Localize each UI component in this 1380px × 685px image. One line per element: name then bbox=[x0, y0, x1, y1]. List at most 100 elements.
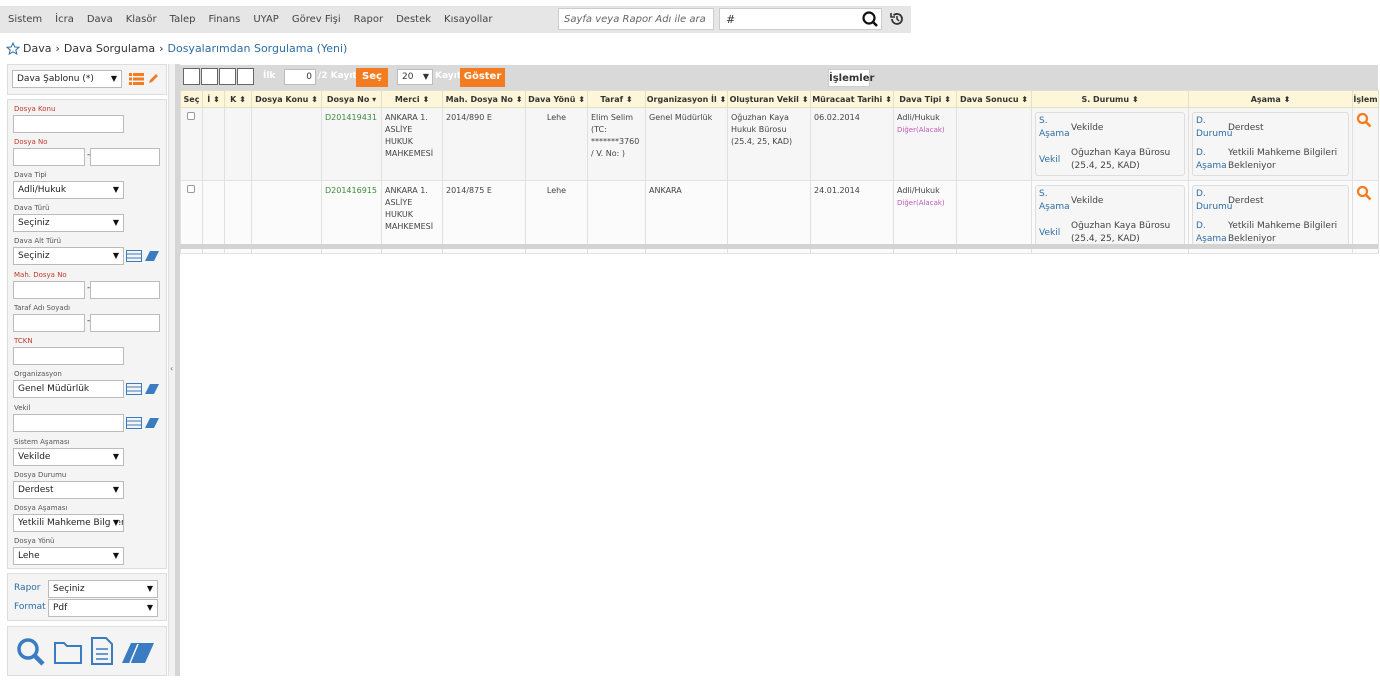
breadcrumb-dava[interactable]: Dava bbox=[23, 42, 51, 55]
dava-tipi-value: Adli/Hukuk bbox=[897, 186, 940, 195]
search-icon[interactable] bbox=[1356, 112, 1372, 128]
history-icon[interactable] bbox=[888, 10, 906, 28]
dosya-durumu-select[interactable]: Derdest ▼ bbox=[13, 481, 124, 499]
breadcrumb-dava-sorgulama[interactable]: Dava Sorgulama bbox=[64, 42, 155, 55]
col-merci[interactable]: Merci ⬍ bbox=[381, 90, 443, 108]
merci-cell: ANKARA 1. ASLİYE HUKUK MAHKEMESİ bbox=[381, 180, 443, 254]
col-sec[interactable]: Seç bbox=[180, 90, 203, 108]
col-taraf[interactable]: Taraf ⬍ bbox=[587, 90, 646, 108]
menu-finans[interactable]: Finans bbox=[208, 14, 240, 25]
dosya-no-link[interactable]: D201416915 bbox=[321, 180, 382, 254]
mah-dosya-no-year-input[interactable] bbox=[13, 281, 85, 299]
menu-gorev-fisi[interactable]: Görev Fişi bbox=[292, 14, 341, 25]
col-muracaat-tarihi[interactable]: Müracaat Tarihi ⬍ bbox=[810, 90, 894, 108]
ilk-input[interactable]: 0 bbox=[284, 69, 316, 85]
page-search-input[interactable]: Sayfa veya Rapor Adı ile ara bbox=[558, 8, 714, 30]
menu-sistem[interactable]: Sistem bbox=[8, 14, 42, 25]
eraser-icon[interactable] bbox=[144, 383, 160, 395]
table-list-icon[interactable] bbox=[126, 383, 142, 395]
row-checkbox[interactable] bbox=[187, 185, 195, 193]
goster-button[interactable]: Göster bbox=[460, 68, 505, 87]
folder-icon[interactable] bbox=[53, 639, 83, 665]
eraser-icon[interactable] bbox=[144, 417, 160, 429]
menu-dava[interactable]: Dava bbox=[87, 14, 113, 25]
dosya-no-number-input[interactable] bbox=[90, 148, 160, 166]
star-icon[interactable] bbox=[6, 42, 20, 55]
rapor-select[interactable]: Seçiniz ▼ bbox=[48, 580, 158, 598]
taraf-adi-input[interactable] bbox=[13, 314, 85, 332]
col-dava-yonu[interactable]: Dava Yönü ⬍ bbox=[525, 90, 588, 108]
document-icon[interactable] bbox=[90, 636, 114, 666]
search-icon[interactable] bbox=[16, 637, 46, 667]
row-checkbox[interactable] bbox=[187, 112, 195, 120]
table-row[interactable]: D201419431 ANKARA 1. ASLİYE HUKUK MAHKEM… bbox=[180, 107, 1379, 181]
format-select[interactable]: Pdf ▼ bbox=[48, 599, 158, 617]
dava-alt-turu-select[interactable]: Seçiniz ▼ bbox=[13, 247, 124, 265]
search-icon[interactable] bbox=[1356, 185, 1372, 201]
hash-search-input[interactable]: # bbox=[719, 8, 882, 30]
col-olusturan-vekil[interactable]: Oluşturan Vekil ⬍ bbox=[727, 90, 811, 108]
menu-rapor[interactable]: Rapor bbox=[354, 14, 383, 25]
dava-tipi-sub: Diğer(Alacak) bbox=[897, 126, 945, 134]
vekil-value: Oğuzhan Kaya Bürosu (25.4, 25, KAD) bbox=[1071, 148, 1171, 171]
row-checkbox-cell bbox=[180, 180, 203, 254]
template-select[interactable]: Dava Şablonu (*) ▼ bbox=[12, 70, 122, 88]
menu-icra[interactable]: İcra bbox=[55, 14, 74, 25]
mah-dosya-no-number-input[interactable] bbox=[90, 281, 160, 299]
menu-kisayollar[interactable]: Kısayollar bbox=[444, 14, 493, 25]
dosya-yonu-select[interactable]: Lehe ▼ bbox=[13, 547, 124, 565]
dava-turu-select[interactable]: Seçiniz ▼ bbox=[13, 214, 124, 232]
dosya-no-link[interactable]: D201419431 bbox=[321, 107, 382, 181]
sec-button[interactable]: Seç bbox=[356, 68, 388, 87]
page-size-select[interactable]: 20 ▼ bbox=[397, 69, 433, 85]
col-dosya-no[interactable]: Dosya No ▾ bbox=[321, 90, 382, 108]
col-s-durumu[interactable]: S. Durumu ⬍ bbox=[1031, 90, 1189, 108]
checklist-icon[interactable] bbox=[201, 68, 218, 85]
tckn-input[interactable] bbox=[13, 347, 124, 365]
col-dosya-konu[interactable]: Dosya Konu ⬍ bbox=[251, 90, 322, 108]
d-asama-key: D. Aşama bbox=[1196, 148, 1227, 171]
col-dava-tipi[interactable]: Dava Tipi ⬍ bbox=[893, 90, 957, 108]
table-list-icon[interactable] bbox=[126, 417, 142, 429]
breadcrumb-current: Dosyalarımdan Sorgulama (Yeni) bbox=[167, 42, 348, 55]
vekil-value: Oğuzhan Kaya Bürosu (25.4, 25, KAD) bbox=[1071, 221, 1171, 244]
refresh-icon[interactable] bbox=[237, 68, 254, 85]
sidebar-splitter[interactable]: ‹ bbox=[168, 64, 175, 676]
dosya-asamasi-select[interactable]: Yetkili Mahkeme Bilgileri Bekleniyor▼ bbox=[13, 514, 124, 532]
checklist-icon[interactable] bbox=[183, 68, 200, 85]
table-cell bbox=[251, 107, 322, 181]
dava-tipi-cell: Adli/Hukuk Diğer(Alacak) bbox=[893, 107, 957, 181]
col-dava-sonucu[interactable]: Dava Sonucu ⬍ bbox=[956, 90, 1032, 108]
vekil-key: Vekil bbox=[1039, 227, 1061, 238]
dosya-no-year-input[interactable] bbox=[13, 148, 85, 166]
organizasyon-input[interactable]: Genel Müdürlük bbox=[13, 380, 124, 398]
menu-talep[interactable]: Talep bbox=[170, 14, 196, 25]
asama-box: D. Durumu Derdest D. Aşama Yetkili Mahkeme… bbox=[1192, 185, 1349, 249]
main-menu: Sistem İcra Dava Klasör Talep Finans UYA… bbox=[0, 6, 506, 33]
list-icon[interactable] bbox=[129, 73, 144, 85]
sistem-asamasi-select[interactable]: Vekilde ▼ bbox=[13, 448, 124, 466]
table-row[interactable]: D201416915 ANKARA 1. ASLİYE HUKUK MAHKEM… bbox=[180, 180, 1379, 254]
table-list-icon[interactable] bbox=[126, 250, 142, 262]
eraser-icon[interactable] bbox=[144, 250, 160, 262]
menu-klasor[interactable]: Klasör bbox=[126, 14, 157, 25]
taraf-soyadi-input[interactable] bbox=[90, 314, 160, 332]
col-asama[interactable]: Aşama ⬍ bbox=[1188, 90, 1353, 108]
edit-icon[interactable] bbox=[147, 72, 160, 85]
muracaat-tarihi-cell: 06.02.2014 bbox=[810, 107, 894, 181]
menu-uyap[interactable]: UYAP bbox=[253, 14, 279, 25]
col-i[interactable]: İ ⬍ bbox=[202, 90, 225, 108]
menu-destek[interactable]: Destek bbox=[396, 14, 431, 25]
col-mah-dosya-no[interactable]: Mah. Dosya No ⬍ bbox=[442, 90, 526, 108]
vekil-input[interactable] bbox=[13, 414, 124, 432]
checklist-icon[interactable] bbox=[219, 68, 236, 85]
islemler-button[interactable]: İşlemler bbox=[828, 69, 874, 87]
collapse-arrow-icon[interactable]: ‹ bbox=[170, 364, 173, 373]
dava-tipi-select[interactable]: Adli/Hukuk ▼ bbox=[13, 181, 124, 199]
search-icon[interactable] bbox=[861, 10, 881, 28]
col-organizasyon[interactable]: Organizasyon İl ⬍ bbox=[645, 90, 728, 108]
eraser-icon[interactable] bbox=[120, 639, 156, 665]
dosya-konu-input[interactable] bbox=[13, 115, 124, 133]
col-k[interactable]: K ⬍ bbox=[224, 90, 252, 108]
breadcrumb: Dava › Dava Sorgulama › Dosyalarımdan So… bbox=[6, 42, 347, 55]
